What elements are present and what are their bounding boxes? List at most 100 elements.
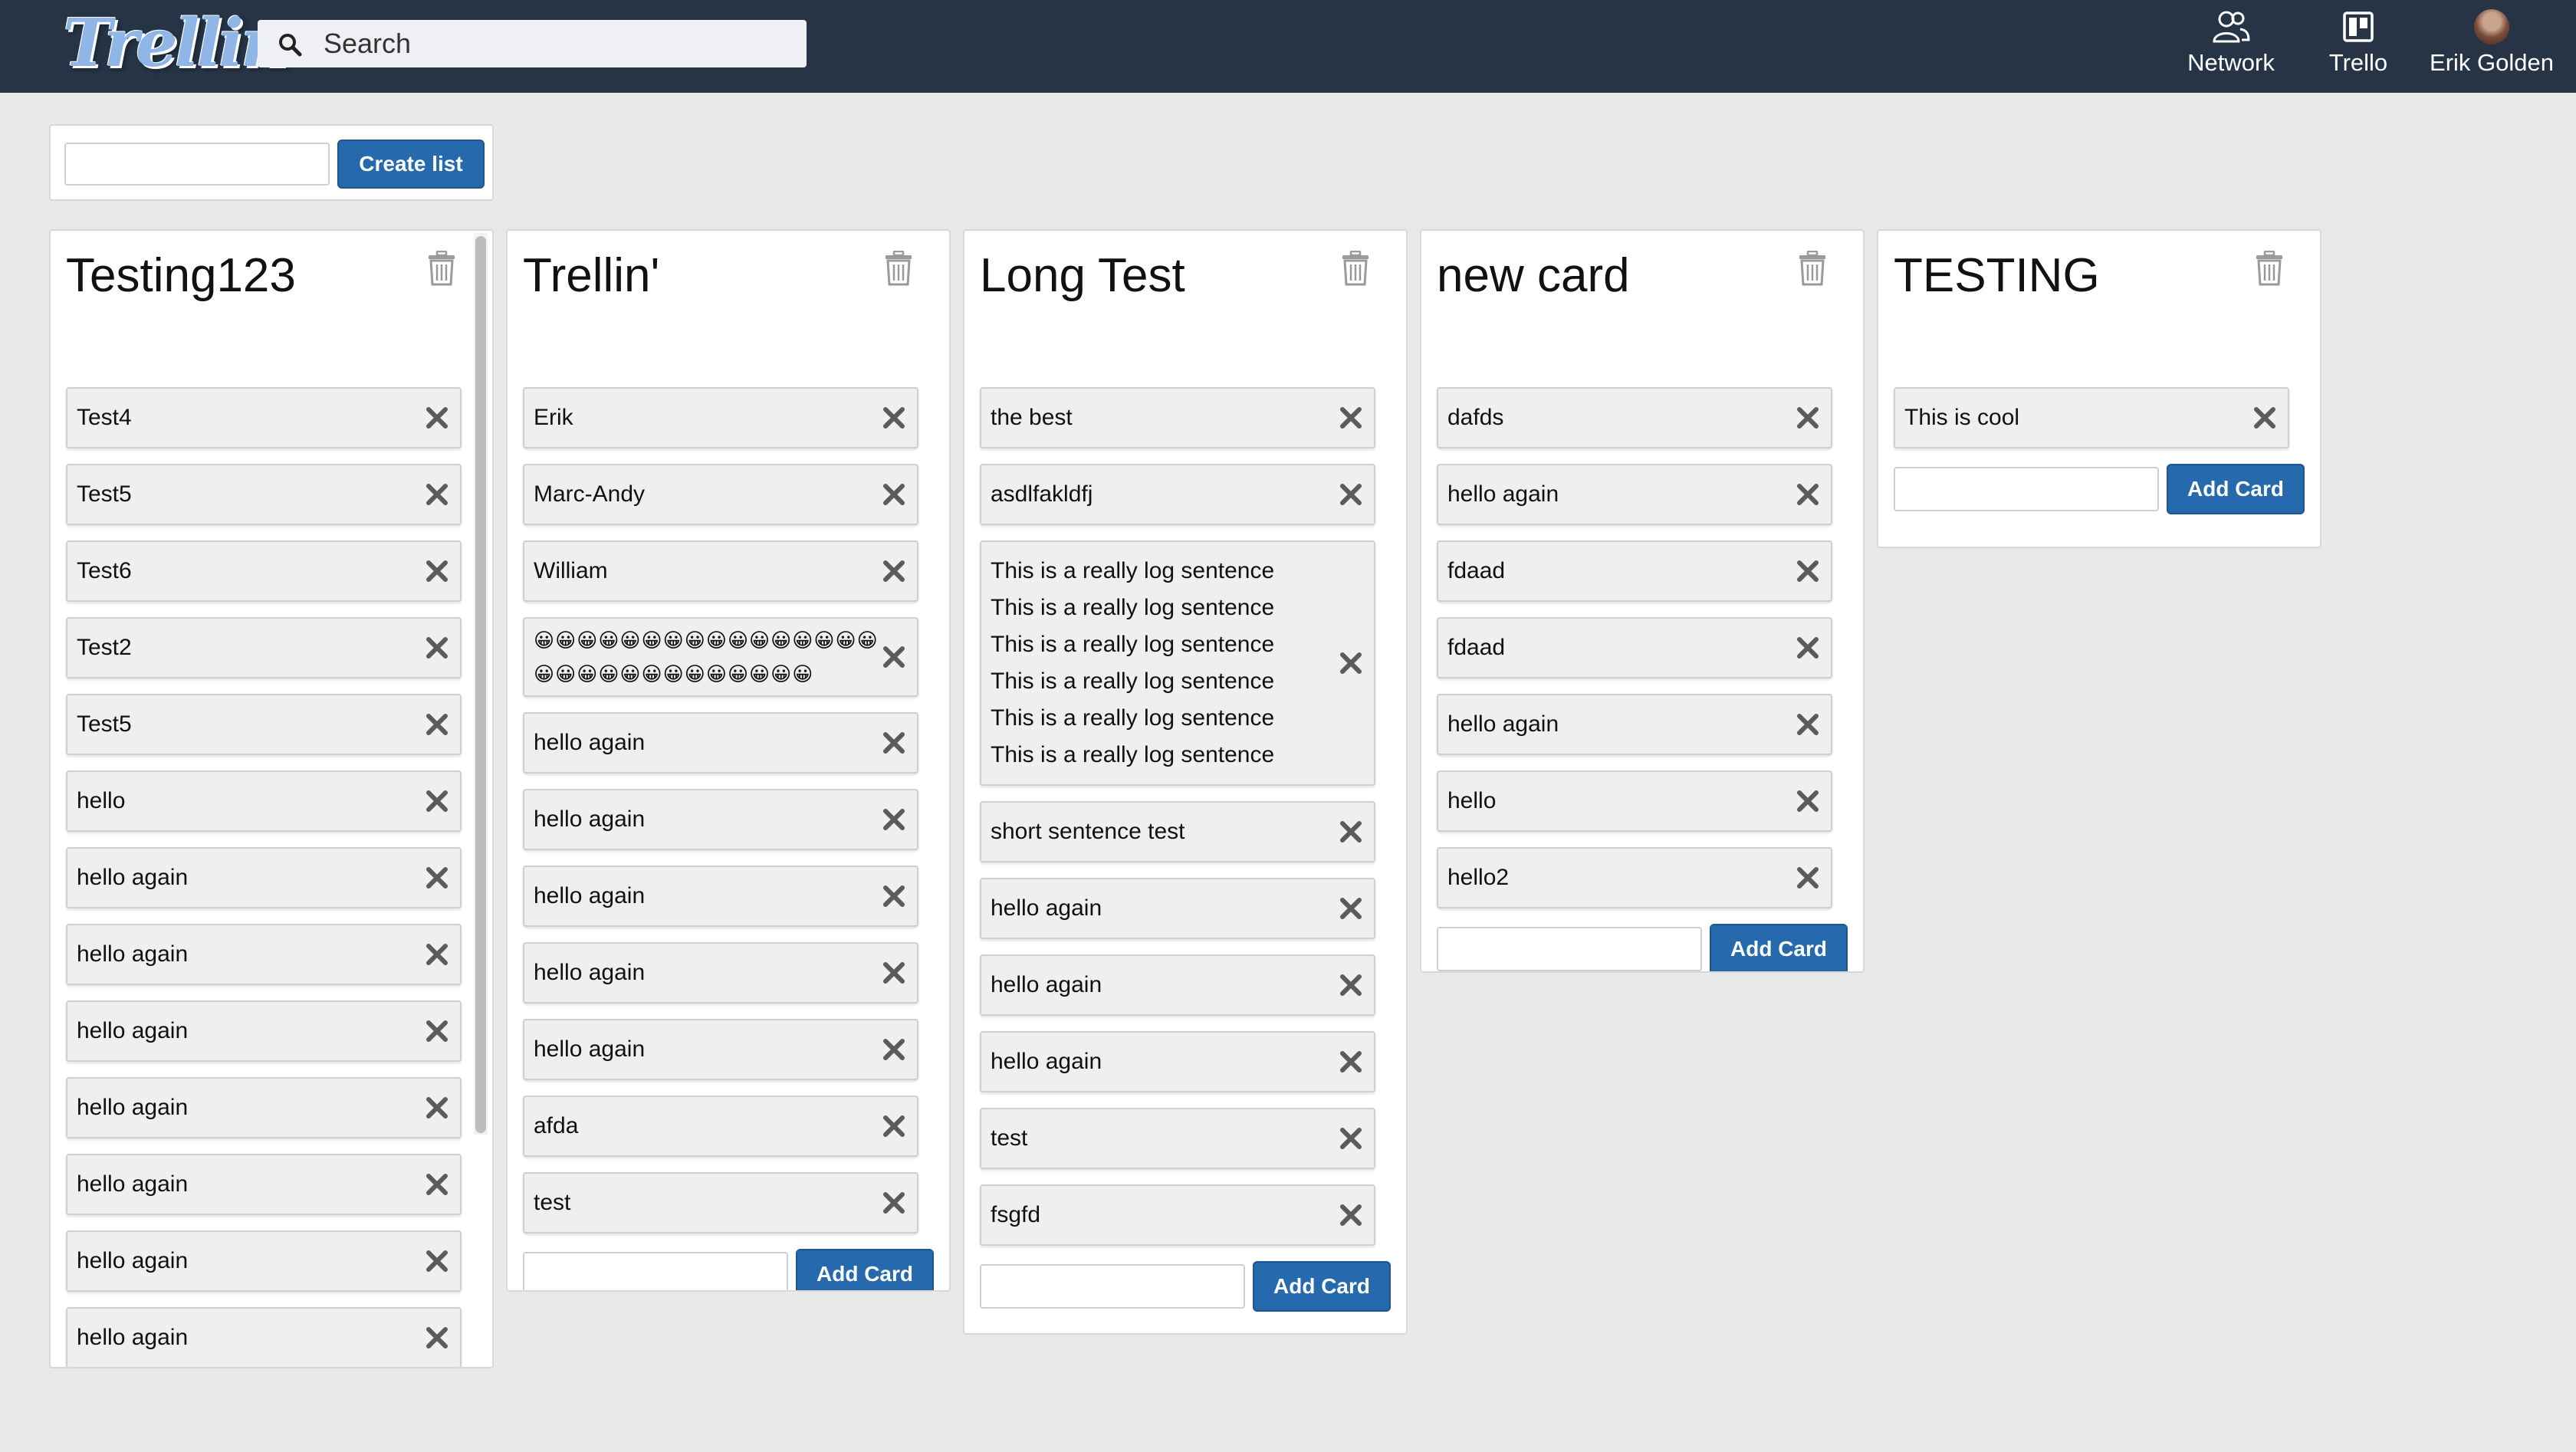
trash-icon[interactable] xyxy=(1797,250,1828,286)
card[interactable]: William xyxy=(523,540,918,602)
close-icon[interactable] xyxy=(1337,1201,1365,1229)
list-title[interactable]: Testing123 xyxy=(66,249,296,303)
add-card-button[interactable]: Add Card xyxy=(1253,1261,1391,1312)
list-title[interactable]: Trellin' xyxy=(523,249,659,303)
card[interactable]: hello again xyxy=(980,1031,1375,1092)
trash-icon[interactable] xyxy=(426,250,457,286)
card[interactable]: hello again xyxy=(1437,694,1832,755)
close-icon[interactable] xyxy=(880,1112,908,1140)
nav-trello[interactable]: Trello xyxy=(2315,9,2401,86)
card[interactable]: the best xyxy=(980,387,1375,448)
card[interactable]: asdlfakldfj xyxy=(980,464,1375,525)
card[interactable]: hello again xyxy=(66,1154,462,1215)
close-icon[interactable] xyxy=(1337,1048,1365,1076)
card[interactable]: hello2 xyxy=(1437,847,1832,908)
close-icon[interactable] xyxy=(1337,649,1365,677)
card[interactable]: Test2 xyxy=(66,617,462,678)
card[interactable]: hello xyxy=(66,770,462,832)
list-title[interactable]: TESTING xyxy=(1894,249,2100,303)
close-icon[interactable] xyxy=(880,1036,908,1063)
create-list-button[interactable]: Create list xyxy=(337,140,485,189)
close-icon[interactable] xyxy=(880,806,908,833)
close-icon[interactable] xyxy=(1794,711,1822,738)
card[interactable]: hello again xyxy=(66,1000,462,1062)
close-icon[interactable] xyxy=(423,787,451,815)
card[interactable]: hello xyxy=(1437,770,1832,832)
card[interactable]: dafds xyxy=(1437,387,1832,448)
card[interactable]: This is a really log sentence This is a … xyxy=(980,540,1375,786)
new-card-input[interactable] xyxy=(980,1264,1245,1309)
card[interactable]: test xyxy=(980,1108,1375,1169)
close-icon[interactable] xyxy=(423,481,451,508)
card[interactable]: hello again xyxy=(523,789,918,850)
scrollbar-thumb[interactable] xyxy=(475,236,486,1133)
card[interactable]: hello again xyxy=(523,1019,918,1080)
nav-user[interactable]: Erik Golden xyxy=(2423,9,2561,86)
card[interactable]: hello again xyxy=(66,1230,462,1292)
close-icon[interactable] xyxy=(880,404,908,432)
card[interactable]: afda xyxy=(523,1096,918,1157)
card[interactable]: Marc-Andy xyxy=(523,464,918,525)
close-icon[interactable] xyxy=(1794,557,1822,585)
card[interactable]: hello again xyxy=(980,954,1375,1016)
close-icon[interactable] xyxy=(1337,1125,1365,1152)
list-title[interactable]: new card xyxy=(1437,249,1630,303)
close-icon[interactable] xyxy=(423,557,451,585)
card[interactable]: hello again xyxy=(1437,464,1832,525)
card[interactable]: hello again xyxy=(66,924,462,985)
close-icon[interactable] xyxy=(1794,634,1822,662)
close-icon[interactable] xyxy=(423,1017,451,1045)
close-icon[interactable] xyxy=(1794,787,1822,815)
close-icon[interactable] xyxy=(1337,818,1365,846)
card[interactable]: hello again xyxy=(980,878,1375,939)
close-icon[interactable] xyxy=(880,643,908,671)
trash-icon[interactable] xyxy=(2254,250,2285,286)
card[interactable]: test xyxy=(523,1172,918,1234)
add-card-button[interactable]: Add Card xyxy=(1710,924,1848,971)
close-icon[interactable] xyxy=(423,634,451,662)
card[interactable]: 😀😀😀😀😀😀😀😀😀😀😀😀😀😀😀😀 😀😀😀😀😀😀😀😀😀😀😀😀😀 xyxy=(523,617,918,697)
close-icon[interactable] xyxy=(423,941,451,968)
card[interactable]: Erik xyxy=(523,387,918,448)
new-list-input[interactable] xyxy=(64,143,330,186)
card[interactable]: Test4 xyxy=(66,387,462,448)
card[interactable]: fdaad xyxy=(1437,540,1832,602)
close-icon[interactable] xyxy=(423,1324,451,1352)
search-bar[interactable]: Search xyxy=(258,20,807,67)
close-icon[interactable] xyxy=(423,404,451,432)
card[interactable]: hello again xyxy=(66,1077,462,1138)
app-logo[interactable]: Trellin xyxy=(63,9,288,78)
close-icon[interactable] xyxy=(1337,971,1365,999)
trash-icon[interactable] xyxy=(1340,250,1371,286)
close-icon[interactable] xyxy=(880,882,908,910)
close-icon[interactable] xyxy=(880,1189,908,1217)
close-icon[interactable] xyxy=(423,1094,451,1122)
card[interactable]: hello again xyxy=(523,712,918,774)
add-card-button[interactable]: Add Card xyxy=(2167,464,2305,514)
close-icon[interactable] xyxy=(423,1247,451,1275)
list-scrollbar[interactable] xyxy=(474,233,488,1135)
card[interactable]: Test5 xyxy=(66,464,462,525)
close-icon[interactable] xyxy=(423,711,451,738)
close-icon[interactable] xyxy=(1337,404,1365,432)
close-icon[interactable] xyxy=(2251,404,2279,432)
close-icon[interactable] xyxy=(880,959,908,987)
card[interactable]: fsgfd xyxy=(980,1184,1375,1246)
close-icon[interactable] xyxy=(880,557,908,585)
card[interactable]: hello again xyxy=(523,942,918,1004)
close-icon[interactable] xyxy=(1337,481,1365,508)
card[interactable]: This is cool xyxy=(1894,387,2289,448)
close-icon[interactable] xyxy=(1794,481,1822,508)
card[interactable]: hello again xyxy=(66,847,462,908)
close-icon[interactable] xyxy=(880,481,908,508)
card[interactable]: Test5 xyxy=(66,694,462,755)
nav-network[interactable]: Network xyxy=(2182,9,2280,86)
new-card-input[interactable] xyxy=(1437,927,1702,971)
card[interactable]: hello again xyxy=(66,1307,462,1367)
close-icon[interactable] xyxy=(1794,404,1822,432)
close-icon[interactable] xyxy=(423,1171,451,1198)
new-card-input[interactable] xyxy=(1894,467,2159,511)
card[interactable]: hello again xyxy=(523,866,918,927)
list-title[interactable]: Long Test xyxy=(980,249,1185,303)
card[interactable]: Test6 xyxy=(66,540,462,602)
